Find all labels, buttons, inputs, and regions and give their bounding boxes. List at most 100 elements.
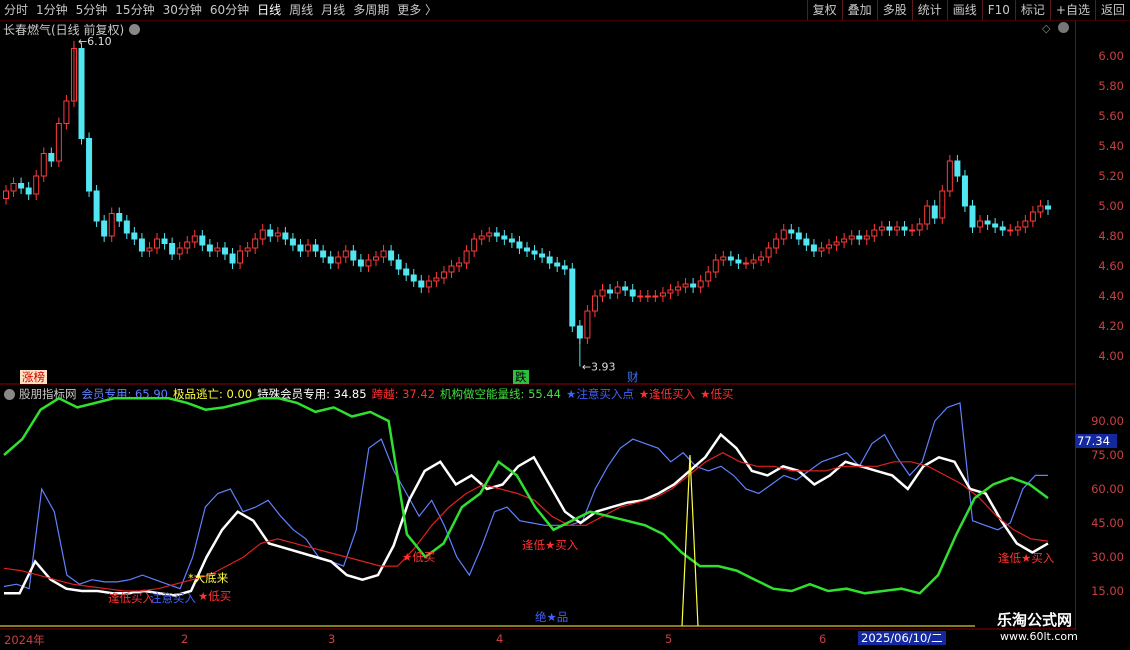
price-tick: 4.20 (1098, 319, 1124, 333)
candle-up (3, 190, 9, 199)
candle-down (1045, 205, 1051, 210)
candle-down (350, 250, 357, 261)
candle-up (833, 241, 840, 246)
candle-down (86, 138, 93, 192)
chart-area[interactable]: ←6.10←3.93*大底来逢低买入注意买入 ★低买★低买逢低★买入逢低★买入绝★… (0, 0, 1075, 630)
date-tick: 6 (819, 632, 827, 646)
candle-down (508, 238, 515, 243)
price-tick: 4.40 (1098, 289, 1124, 303)
candle-up (916, 223, 923, 231)
candle-up (697, 280, 704, 288)
candle-up (909, 229, 916, 232)
date-tick: 2 (181, 632, 189, 646)
candle-down (886, 226, 893, 231)
candle-down (493, 232, 500, 237)
candle-up (977, 220, 984, 228)
price-tick: 6.00 (1098, 49, 1124, 63)
candle-up (614, 286, 621, 294)
candle-up (637, 295, 644, 298)
price-tick: 5.00 (1098, 199, 1124, 213)
indicator-tick: 15.00 (1091, 584, 1124, 598)
candle-down (289, 238, 296, 246)
candle-up (939, 190, 946, 219)
candle-up (335, 256, 342, 264)
candle-up (305, 244, 312, 252)
candle-up (244, 247, 251, 252)
candle-down (810, 244, 817, 252)
candle-up (773, 238, 780, 249)
candle-up (372, 256, 379, 261)
candle-down (169, 243, 176, 255)
indicator-line-1 (4, 432, 1049, 597)
candle-up (863, 235, 870, 240)
indicator-tick: 60.00 (1091, 482, 1124, 496)
candle-up (871, 229, 878, 237)
price-tick: 5.40 (1098, 139, 1124, 153)
candle-up (818, 247, 825, 252)
candle-up (1014, 226, 1021, 231)
candle-up (946, 160, 953, 192)
indicator-tick: 90.00 (1091, 414, 1124, 428)
price-tick: 4.00 (1098, 349, 1124, 363)
candle-down (267, 229, 274, 237)
candle-down (576, 325, 583, 339)
candle-down (561, 265, 568, 270)
candle-up (893, 226, 900, 231)
escape-spike (681, 454, 699, 627)
candle-down (116, 213, 123, 222)
candle-down (78, 48, 85, 139)
indicator-line-0 (3, 402, 1048, 590)
event-tag-finance[interactable]: 财 (625, 370, 641, 384)
candle-up (584, 310, 591, 339)
candle-down (199, 235, 206, 246)
price-tick: 5.20 (1098, 169, 1124, 183)
candle-up (1037, 205, 1044, 213)
candle-down (569, 268, 576, 327)
candle-down (999, 226, 1006, 231)
price-axis: 6.00 5.80 5.60 5.40 5.20 5.00 4.80 4.60 4.40 4.20… (1075, 21, 1130, 630)
candle-up (380, 250, 387, 258)
candle-up (191, 235, 198, 243)
candle-up (750, 259, 757, 264)
candle-down (123, 220, 130, 234)
candle-up (237, 250, 244, 264)
candle-up (924, 205, 931, 225)
indicator-tick: 75.00 (1091, 448, 1124, 462)
candle-down (727, 256, 734, 261)
candle-up (848, 235, 855, 240)
candle-down (931, 205, 938, 219)
candle-up (365, 259, 372, 267)
candle-up (425, 280, 432, 288)
candle-down (388, 250, 395, 261)
chart-note-0: *大底来 (188, 571, 229, 585)
candle-down (961, 175, 968, 207)
candle-down (138, 238, 145, 252)
candle-down (954, 160, 961, 177)
price-tick: 5.80 (1098, 79, 1124, 93)
candle-down (622, 286, 629, 291)
candle-up (742, 262, 749, 265)
candle-down (984, 220, 991, 225)
candle-up (659, 292, 666, 297)
indicator-tick: 45.00 (1091, 516, 1124, 530)
candle-up (1007, 229, 1014, 232)
candle-down (357, 259, 364, 267)
high-price-label: ←6.10 (78, 35, 112, 48)
candle-up (720, 256, 727, 261)
low-price-label: ←3.93 (582, 361, 616, 374)
price-tick: 4.60 (1098, 259, 1124, 273)
candle-down (282, 232, 289, 240)
price-tick: 5.60 (1098, 109, 1124, 123)
candle-up (440, 271, 447, 279)
candle-up (214, 247, 221, 252)
candle-down (418, 280, 425, 288)
candle-down (735, 259, 742, 264)
candle-up (176, 247, 183, 255)
tool-button-8[interactable]: 返回 (1094, 0, 1130, 20)
event-tag-limit-up[interactable]: 涨榜 (20, 370, 47, 384)
candle-up (259, 229, 266, 240)
price-tick: 4.80 (1098, 229, 1124, 243)
candle-down (554, 262, 561, 267)
event-tag-drop[interactable]: 跌 (513, 370, 529, 384)
candle-down (93, 190, 100, 222)
